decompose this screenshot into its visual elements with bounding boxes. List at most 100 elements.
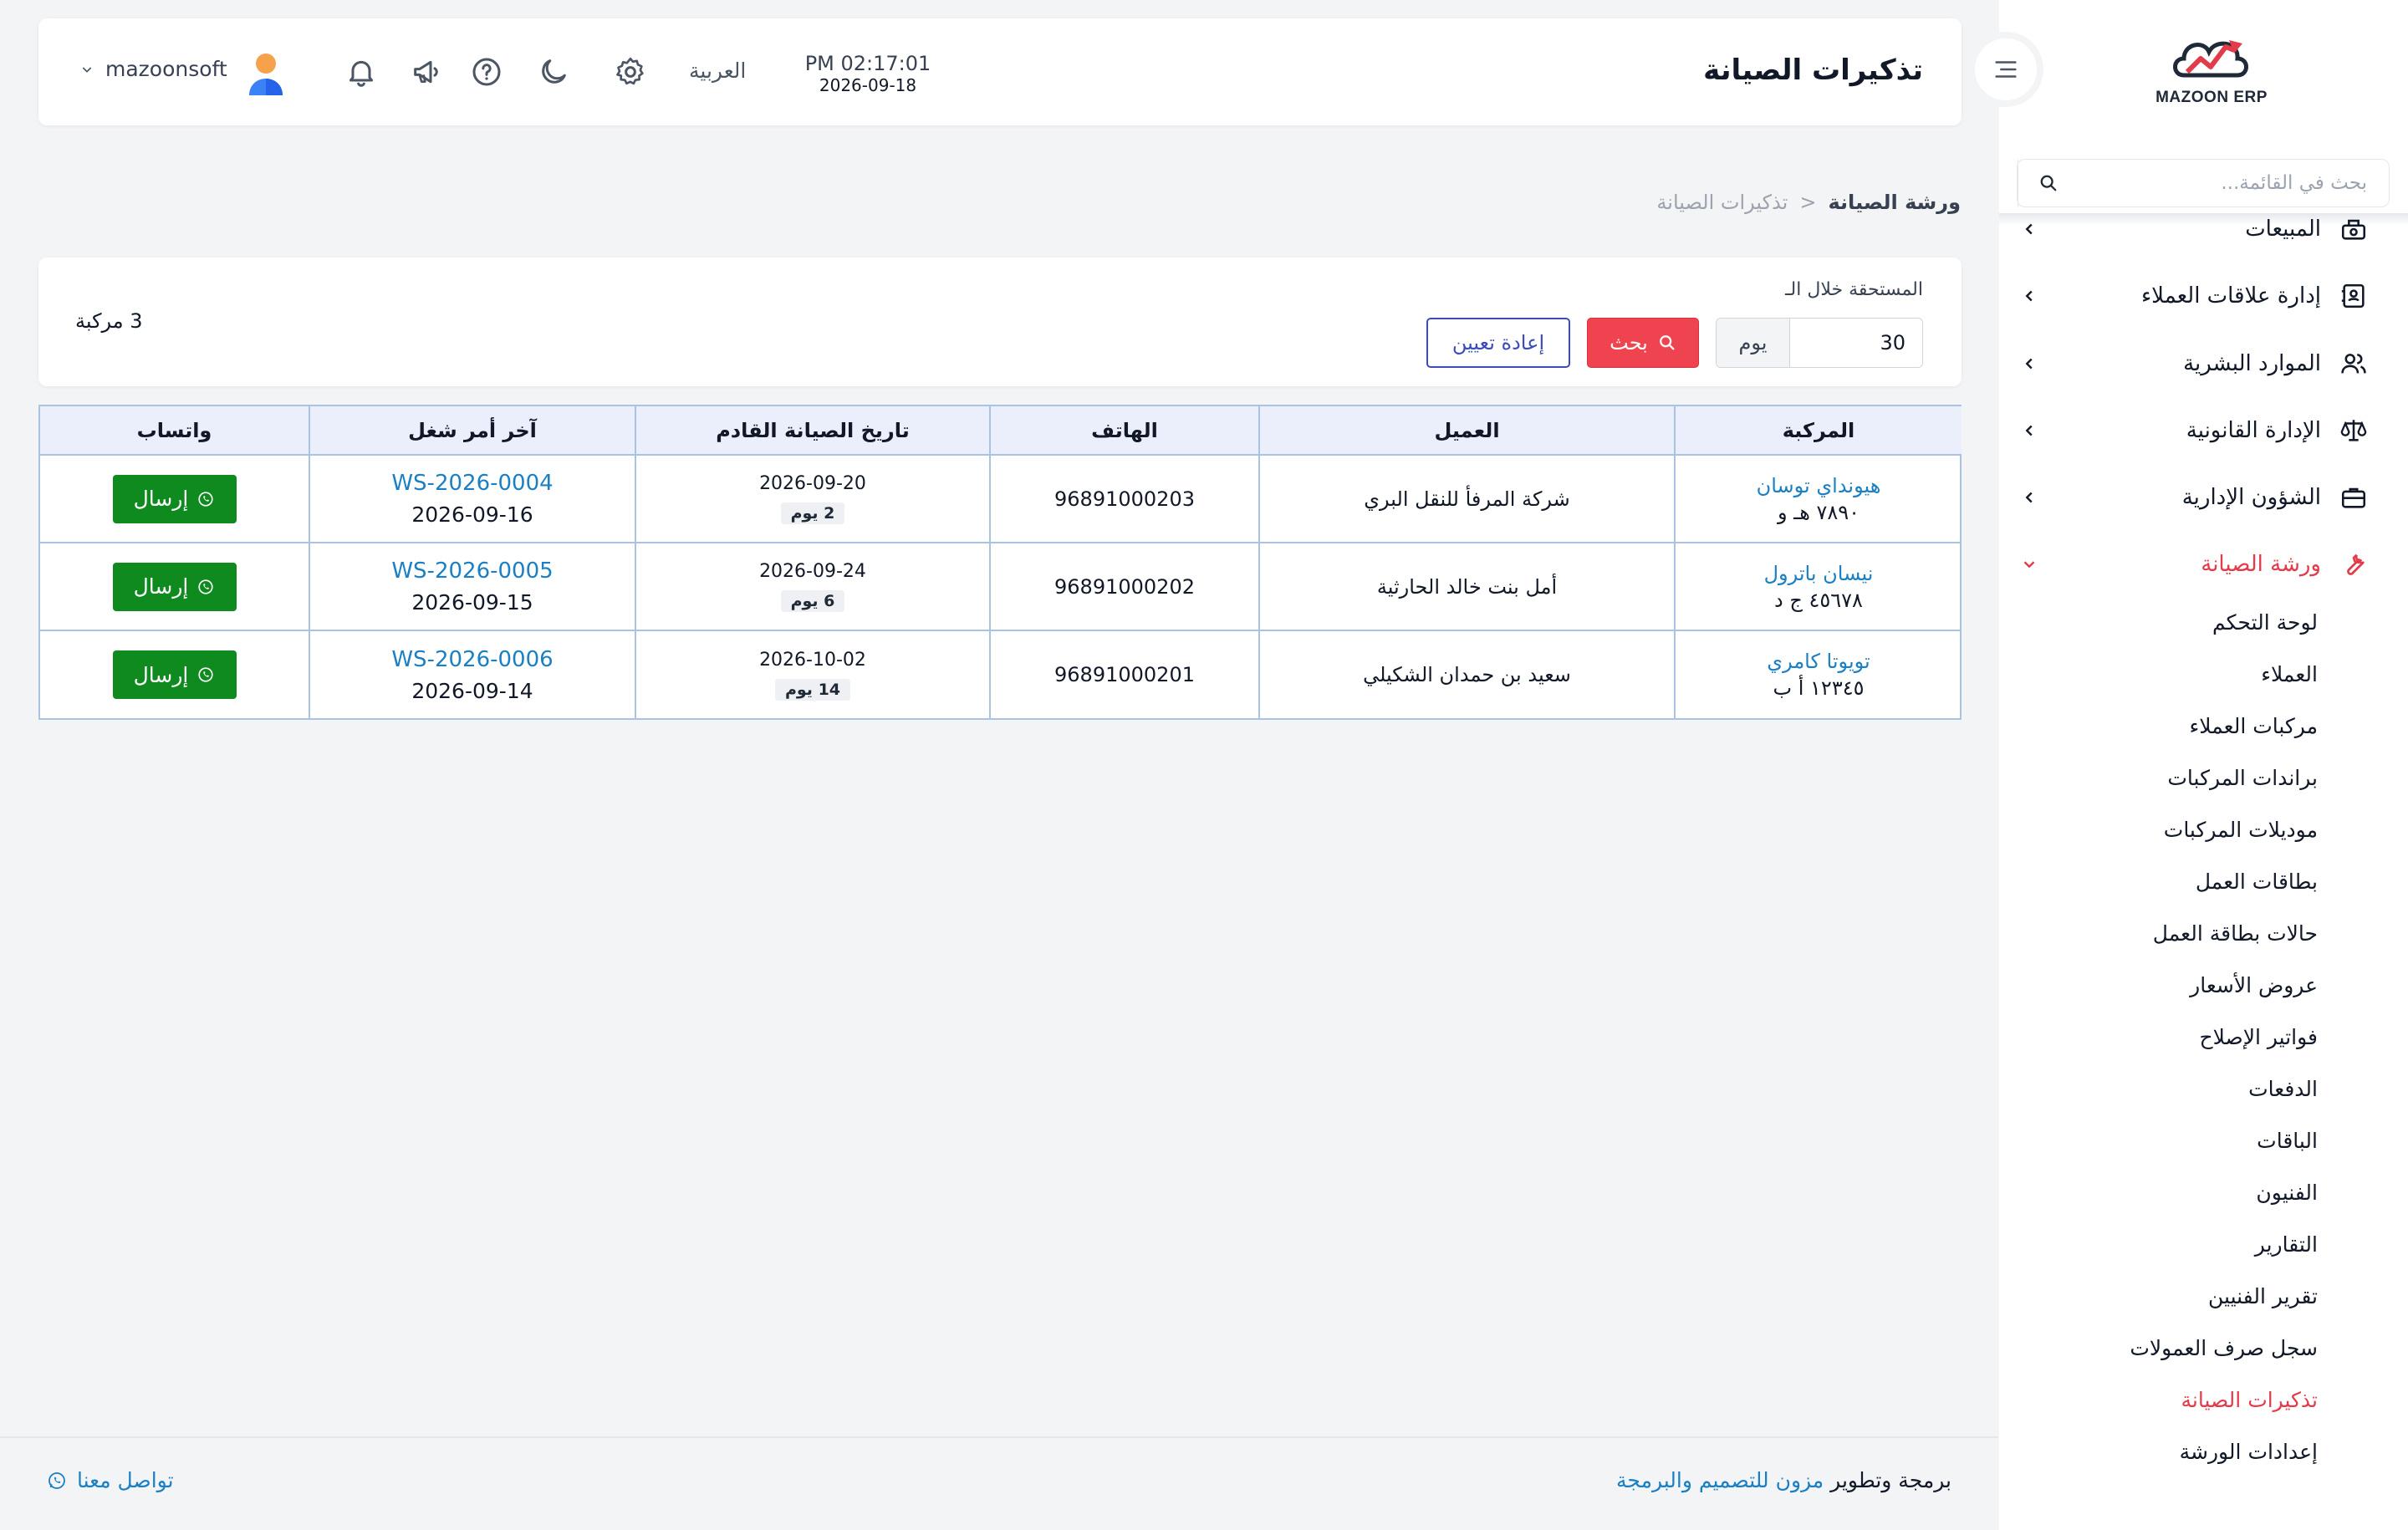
- days-left-badge: 6 يوم: [780, 590, 845, 612]
- vehicle-cell: هيونداي توسان ٧٨٩٠ هـ و: [1674, 455, 1962, 543]
- sidebar-subitem[interactable]: فواتير الإصلاح: [2067, 1016, 2318, 1058]
- whatsapp-send-button[interactable]: إرسال: [112, 474, 237, 523]
- vehicle-count: 3 مركبة: [75, 309, 143, 333]
- sidebar-toggle[interactable]: [1968, 32, 2043, 107]
- whatsapp-icon: [48, 1471, 65, 1489]
- plate-number: ٤٥٦٧٨ ج د: [1774, 588, 1863, 612]
- work-order-date: 2026-09-14: [411, 678, 533, 703]
- sidebar-subitem[interactable]: التقارير: [2067, 1223, 2318, 1265]
- whatsapp-cell: إرسال: [40, 543, 309, 631]
- sidebar-subitem[interactable]: براندات المركبات: [2067, 757, 2318, 798]
- search-button[interactable]: بحث: [1587, 318, 1699, 368]
- whatsapp-cell: إرسال: [40, 455, 309, 543]
- search-icon: [1659, 335, 1675, 350]
- days-input[interactable]: [1790, 319, 1922, 367]
- footer-divider: [0, 1436, 1998, 1438]
- table-row: نيسان باترول ٤٥٦٧٨ ج د أمل بنت خالد الحارث…: [40, 543, 1962, 631]
- contact-us-link[interactable]: تواصل معنا: [47, 1468, 174, 1492]
- reminders-table: المركبة العميل الهاتف تاريخ الصيانة القا…: [38, 405, 1962, 720]
- vehicle-link[interactable]: نيسان باترول: [1676, 562, 1962, 585]
- moon-icon: [542, 59, 566, 84]
- chevron-left-icon: [2017, 485, 2042, 510]
- filter-card: المستحقة خلال الـ يوم بحث إعادة تعيين 3 …: [38, 258, 1962, 386]
- sidebar-item-label: الإدارة القانونية: [2186, 418, 2321, 443]
- sidebar-subitem[interactable]: العملاء: [2067, 653, 2318, 695]
- sidebar-subitem[interactable]: عروض الأسعار: [2067, 964, 2318, 1006]
- next-maintenance-date: 2026-10-02: [759, 649, 866, 671]
- reset-button[interactable]: إعادة تعيين: [1426, 318, 1570, 368]
- sidebar-subitem[interactable]: حالات بطاقة العمل: [2067, 912, 2318, 954]
- help-icon: [472, 58, 501, 86]
- sidebar-item-label: الشؤون الإدارية: [2181, 485, 2321, 510]
- theme-toggle[interactable]: [533, 52, 574, 92]
- work-order-link[interactable]: WS-2026-0004: [310, 471, 635, 496]
- whatsapp-send-button[interactable]: إرسال: [112, 650, 237, 699]
- days-left-badge: 14 يوم: [774, 678, 851, 701]
- sidebar-subitem[interactable]: موديلات المركبات: [2067, 808, 2318, 850]
- chevron-down-icon: [82, 66, 92, 73]
- contact-card-icon: [2341, 283, 2365, 309]
- megaphone-icon: [414, 60, 438, 84]
- sidebar-subitem[interactable]: سجل صرف العمولات: [2067, 1327, 2318, 1369]
- avatar[interactable]: [244, 50, 288, 97]
- brand-logo[interactable]: MAZOON ERP: [2140, 25, 2283, 125]
- sidebar-subitem[interactable]: لوحة التحكم: [2067, 601, 2318, 643]
- chevron-down-icon: [2017, 552, 2042, 577]
- sidebar-subitem[interactable]: بطاقات العمل: [2067, 860, 2318, 902]
- language-switch[interactable]: العربية: [689, 59, 746, 83]
- sidebar-item[interactable]: ورشة الصيانة: [2017, 539, 2368, 589]
- sidebar-subitem[interactable]: إعدادات الورشة: [2067, 1431, 2318, 1472]
- scales-icon: [2340, 420, 2367, 441]
- sidebar-item-label: إدارة علاقات العملاء: [2140, 283, 2321, 309]
- sidebar-subitem[interactable]: الدفعات: [2067, 1068, 2318, 1109]
- chevron-left-icon: [2017, 283, 2042, 309]
- bell-icon: [349, 60, 373, 87]
- sidebar-item[interactable]: المبيعات: [2017, 204, 2368, 254]
- help-button[interactable]: [467, 52, 507, 92]
- sidebar-item[interactable]: الشؤون الإدارية: [2017, 472, 2368, 523]
- sidebar-item[interactable]: الإدارة القانونية: [2017, 405, 2368, 456]
- breadcrumb-parent[interactable]: ورشة الصيانة: [1828, 191, 1961, 214]
- phone-cell: 96891000203: [989, 455, 1259, 543]
- whatsapp-icon: [198, 579, 213, 594]
- work-order-cell: WS-2026-0006 2026-09-14: [309, 630, 635, 718]
- footer-company-link[interactable]: مزون للتصميم والبرمجة: [1616, 1468, 1824, 1492]
- next-date-cell: 2026-10-02 14 يوم: [635, 630, 990, 718]
- work-order-link[interactable]: WS-2026-0005: [310, 558, 635, 584]
- column-header: الهاتف: [989, 406, 1259, 456]
- vehicle-link[interactable]: تويوتا كامري: [1676, 650, 1962, 673]
- user-menu[interactable]: mazoonsoft: [80, 57, 227, 81]
- logo-text: MAZOON ERP: [2155, 89, 2268, 106]
- column-header: آخر أمر شغل: [309, 406, 635, 456]
- vehicle-link[interactable]: هيونداي توسان: [1676, 474, 1962, 497]
- column-header: المركبة: [1674, 406, 1962, 456]
- search-button-label: بحث: [1610, 331, 1648, 354]
- sidebar-subitem[interactable]: مركبات العملاء: [2067, 705, 2318, 747]
- footer-credit: برمجة وتطوير مزون للتصميم والبرمجة: [1616, 1468, 1951, 1492]
- work-order-link[interactable]: WS-2026-0006: [310, 647, 635, 672]
- sidebar-item-label: ورشة الصيانة: [2201, 552, 2321, 577]
- customer-cell: أمل بنت خالد الحارثية: [1258, 543, 1675, 631]
- breadcrumb-current: تذكيرات الصيانة: [1656, 191, 1788, 214]
- sidebar-subitem[interactable]: الباقات: [2067, 1119, 2318, 1161]
- plate-number: ٧٨٩٠ هـ و: [1777, 500, 1860, 524]
- cash-register-icon: [2341, 219, 2366, 240]
- footer-credit-prefix: برمجة وتطوير: [1830, 1468, 1951, 1492]
- phone-cell: 96891000201: [989, 630, 1259, 718]
- notifications-button[interactable]: [341, 52, 381, 92]
- menu-icon: [1995, 61, 2017, 78]
- clock-time: PM 02:17:01: [804, 52, 931, 75]
- sidebar-subitem[interactable]: تذكيرات الصيانة: [2067, 1379, 2318, 1420]
- sidebar-subitem[interactable]: الفنيون: [2067, 1171, 2318, 1213]
- send-label: إرسال: [133, 487, 189, 511]
- sidebar-item[interactable]: إدارة علاقات العملاء: [2017, 271, 2368, 321]
- sidebar-item[interactable]: الموارد البشرية: [2017, 339, 2368, 389]
- sidebar-search-input[interactable]: [2078, 160, 2389, 207]
- send-label: إرسال: [133, 662, 189, 687]
- whatsapp-send-button[interactable]: إرسال: [112, 562, 237, 611]
- sidebar-subitem[interactable]: تقرير الفنيين: [2067, 1275, 2318, 1317]
- settings-button[interactable]: [610, 52, 650, 92]
- announcements-button[interactable]: [406, 52, 446, 92]
- sidebar-search-button[interactable]: [2018, 160, 2078, 207]
- username: mazoonsoft: [105, 57, 227, 81]
